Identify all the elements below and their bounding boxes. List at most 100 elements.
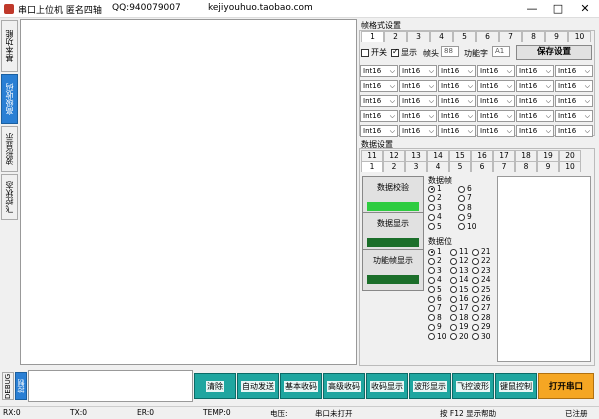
radio-circle[interactable] [458,194,465,202]
data-type-dropdown[interactable]: Int16 ⌵ [399,110,437,122]
radio-circle[interactable] [428,286,435,294]
radio-circle[interactable] [472,323,479,331]
tab-basic-function[interactable]: 基本功能 [1,20,18,72]
radio-option[interactable]: 18 [450,313,469,322]
data-tab[interactable]: 18 [515,150,537,161]
radio-option[interactable]: 27 [472,303,491,312]
tab-control[interactable]: 控制 [15,372,27,400]
radio-circle[interactable] [450,286,457,294]
data-type-dropdown[interactable]: Int16 ⌵ [555,80,593,92]
radio-circle[interactable] [450,248,457,256]
radio-option[interactable]: 5 [428,222,442,231]
data-type-dropdown[interactable]: Int16 ⌵ [399,125,437,137]
frame-tab[interactable]: 2 [384,31,407,42]
data-tab[interactable]: 1 [361,161,383,172]
data-type-dropdown[interactable]: Int16 ⌵ [555,65,593,77]
radio-circle[interactable] [428,257,435,265]
radio-circle[interactable] [450,267,457,275]
data-tab[interactable]: 14 [427,150,449,161]
data-type-dropdown[interactable]: Int16 ⌵ [477,95,515,107]
radio-circle[interactable] [428,204,435,212]
radio-circle[interactable] [428,194,435,202]
radio-circle[interactable] [450,295,457,303]
radio-circle[interactable] [428,314,435,322]
frame-tab[interactable]: 10 [568,31,591,42]
data-type-dropdown[interactable]: Int16 ⌵ [399,95,437,107]
save-settings-button[interactable]: 保存设置 [516,45,592,60]
radio-circle[interactable] [472,286,479,294]
radio-circle[interactable] [472,333,479,341]
radio-option[interactable]: 7 [458,193,472,202]
close-button[interactable]: ✕ [573,0,597,18]
data-type-dropdown[interactable]: Int16 ⌵ [399,80,437,92]
function-frame-display-button[interactable]: 功能帧显示 [362,249,424,291]
radio-option[interactable]: 6 [458,184,472,193]
show-checkbox[interactable]: 显示 [391,47,417,58]
radio-option[interactable]: 1 [428,184,442,193]
radio-circle[interactable] [450,304,457,312]
radio-option[interactable]: 21 [472,247,491,256]
data-type-dropdown[interactable]: Int16 ⌵ [477,65,515,77]
basic-receive-button[interactable]: 基本收码 [280,373,322,399]
radio-circle[interactable] [450,276,457,284]
flight-waveform-button[interactable]: 飞控波形 [452,373,494,399]
radio-circle[interactable] [450,323,457,331]
data-type-dropdown[interactable]: Int16 ⌵ [477,80,515,92]
radio-option[interactable]: 24 [472,275,491,284]
data-type-dropdown[interactable]: Int16 ⌵ [360,110,398,122]
data-tab[interactable]: 17 [493,150,515,161]
radio-option[interactable]: 15 [450,285,469,294]
data-type-dropdown[interactable]: Int16 ⌵ [516,65,554,77]
radio-option[interactable]: 1 [428,247,442,256]
data-tab[interactable]: 5 [449,161,471,172]
radio-option[interactable]: 13 [450,266,469,275]
radio-circle[interactable] [458,223,465,231]
data-list-box[interactable] [497,176,591,362]
data-type-dropdown[interactable]: Int16 ⌵ [555,95,593,107]
frame-tab[interactable]: 9 [545,31,568,42]
maximize-button[interactable]: □ [546,0,570,18]
frame-tab[interactable]: 3 [407,31,430,42]
data-type-dropdown[interactable]: Int16 ⌵ [438,65,476,77]
radio-option[interactable]: 12 [450,256,469,265]
data-tab[interactable]: 15 [449,150,471,161]
data-tab[interactable]: 16 [471,150,493,161]
radio-option[interactable]: 22 [472,256,491,265]
radio-option[interactable]: 2 [428,193,442,202]
radio-circle[interactable] [472,257,479,265]
data-display-button[interactable]: 数据显示 [362,212,424,254]
radio-option[interactable]: 23 [472,266,491,275]
auto-send-button[interactable]: 自动发送 [237,373,279,399]
open-port-button[interactable]: 打开串口 [538,373,594,399]
radio-circle[interactable] [428,304,435,312]
data-type-dropdown[interactable]: Int16 ⌵ [555,110,593,122]
send-text-area[interactable] [28,370,193,402]
data-type-dropdown[interactable]: Int16 ⌵ [477,110,515,122]
data-tab[interactable]: 12 [383,150,405,161]
radio-circle[interactable] [472,276,479,284]
radio-option[interactable]: 3 [428,203,442,212]
tab-waveform[interactable]: 波形显示 [1,126,18,172]
data-tab[interactable]: 4 [427,161,449,172]
data-type-dropdown[interactable]: Int16 ⌵ [360,80,398,92]
radio-option[interactable]: 2 [428,256,442,265]
frame-tab[interactable]: 5 [453,31,476,42]
advanced-receive-button[interactable]: 高级收码 [323,373,365,399]
radio-circle[interactable] [428,213,435,221]
data-tab[interactable]: 3 [405,161,427,172]
radio-option[interactable]: 3 [428,266,442,275]
radio-circle[interactable] [450,333,457,341]
radio-option[interactable]: 25 [472,285,491,294]
radio-circle[interactable] [458,204,465,212]
radio-circle[interactable] [428,276,435,284]
radio-option[interactable]: 8 [458,203,472,212]
radio-option[interactable]: 7 [428,303,442,312]
data-type-dropdown[interactable]: Int16 ⌵ [516,125,554,137]
data-tab[interactable]: 2 [383,161,405,172]
frame-tab[interactable]: 4 [430,31,453,42]
radio-option[interactable]: 16 [450,294,469,303]
radio-option[interactable]: 30 [472,332,491,341]
data-type-dropdown[interactable]: Int16 ⌵ [438,95,476,107]
radio-option[interactable]: 5 [428,285,442,294]
function-byte-input[interactable]: A1 [492,46,510,57]
